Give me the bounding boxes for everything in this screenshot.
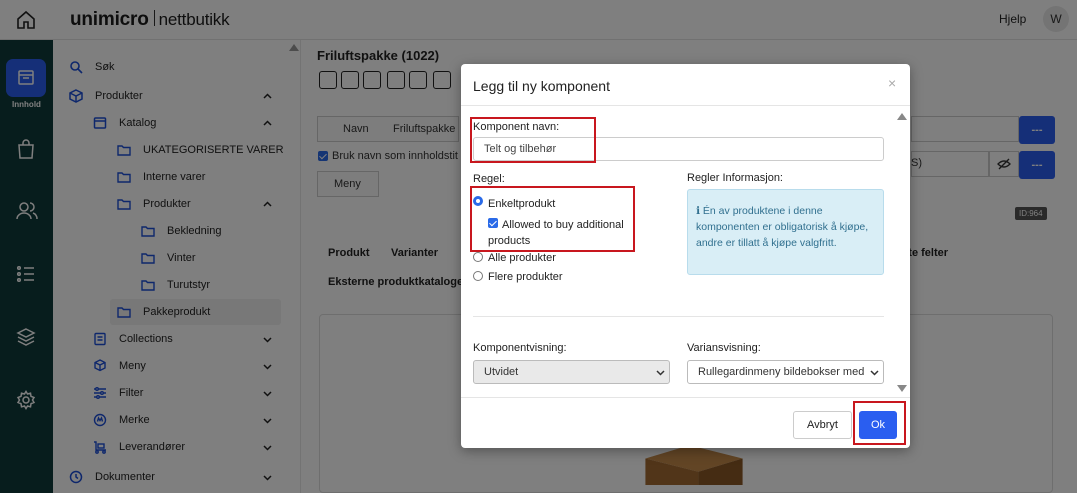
rules-info-box: ℹ Én av produktene i denne komponenten e…	[687, 189, 884, 275]
close-icon[interactable]: ×	[888, 75, 896, 91]
chevron-down-icon	[870, 370, 879, 376]
cancel-button[interactable]: Avbryt	[793, 411, 852, 439]
variant-view-value: Rullegardinmeny bildebokser med	[698, 366, 865, 378]
dialog-scroll-down[interactable]	[897, 385, 907, 392]
dialog-footer: Avbryt Ok	[461, 397, 910, 448]
variant-view-select[interactable]: Rullegardinmeny bildebokser med	[687, 360, 884, 384]
component-view-value: Utvidet	[484, 366, 519, 378]
highlight-rule	[470, 186, 635, 252]
dialog-header: Legg til ny komponent ×	[461, 64, 910, 106]
divider	[473, 316, 884, 317]
rules-info-text: Én av produktene i denne komponenten er …	[696, 205, 869, 249]
chevron-down-icon	[656, 370, 665, 376]
highlight-ok	[853, 401, 906, 445]
add-component-dialog: Legg til ny komponent × Komponent navn: …	[461, 64, 910, 448]
rules-info-label: Regler Informasjon:	[687, 172, 783, 184]
rule-all-label: Alle produkter	[488, 252, 556, 264]
rule-multiple-label: Flere produkter	[488, 271, 563, 283]
rule-all-radio[interactable]	[473, 252, 483, 262]
component-view-label: Komponentvisning:	[473, 342, 567, 354]
dialog-scroll-up[interactable]	[897, 113, 907, 120]
rule-multiple-radio[interactable]	[473, 271, 483, 281]
dialog-title: Legg til ny komponent	[473, 78, 610, 94]
highlight-component-name	[470, 117, 596, 163]
rule-label: Regel:	[473, 173, 505, 185]
component-view-select[interactable]: Utvidet	[473, 360, 670, 384]
info-icon: ℹ	[696, 205, 700, 217]
variant-view-label: Variansvisning:	[687, 342, 761, 354]
